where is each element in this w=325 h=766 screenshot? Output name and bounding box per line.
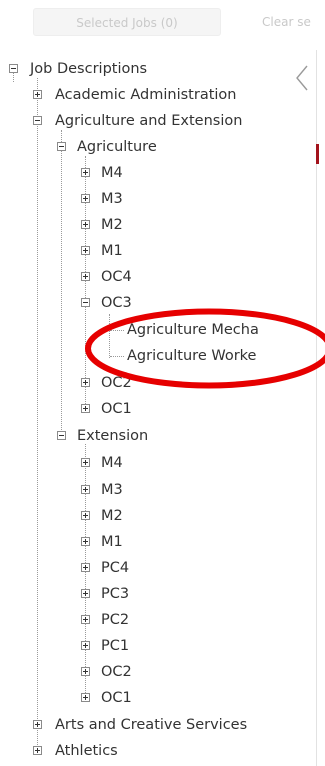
expand-toggle[interactable] — [81, 693, 90, 702]
tree-connector — [37, 78, 38, 749]
tree-node-label: M3 — [101, 482, 123, 498]
expand-toggle[interactable] — [81, 220, 90, 229]
tree-node-label: Arts and Creative Services — [55, 717, 248, 733]
tree-node-label: M3 — [101, 191, 123, 207]
tree-node-label: PC2 — [101, 612, 130, 628]
collapse-toggle[interactable] — [57, 431, 66, 440]
collapse-toggle[interactable] — [33, 116, 42, 125]
expand-toggle[interactable] — [81, 641, 90, 650]
tree-node-label: OC3 — [101, 295, 132, 311]
expand-toggle[interactable] — [81, 458, 90, 467]
tree-connector — [110, 330, 124, 331]
tree-node-label: M1 — [101, 534, 123, 550]
tree-node-label: Extension — [77, 428, 149, 444]
expand-toggle[interactable] — [81, 615, 90, 624]
tree-node-label: M2 — [101, 508, 123, 524]
tree-node-label: Athletics — [55, 743, 118, 759]
active-indicator — [316, 144, 319, 164]
tree-node-label: M1 — [101, 243, 123, 259]
expand-toggle[interactable] — [81, 667, 90, 676]
tree-node-label: OC1 — [101, 401, 132, 417]
collapse-toggle[interactable] — [57, 142, 66, 151]
expand-toggle[interactable] — [81, 589, 90, 598]
tree-leaf-label: Agriculture Mecha — [127, 322, 259, 338]
expand-toggle[interactable] — [81, 537, 90, 546]
tree-connector — [61, 130, 62, 436]
collapse-toggle[interactable] — [81, 298, 90, 307]
tree-node-label: Job Descriptions — [30, 61, 148, 77]
tree-node-label: OC1 — [101, 690, 132, 706]
tree-node-label: M2 — [101, 217, 123, 233]
tree-node-label: OC2 — [101, 375, 132, 391]
job-tree: Job Descriptions Academic Administration… — [0, 0, 316, 766]
expand-toggle[interactable] — [33, 746, 42, 755]
tree-node-label: OC4 — [101, 269, 132, 285]
tree-leaf-label: Agriculture Worke — [127, 348, 257, 364]
tree-node-label: Agriculture — [77, 139, 157, 155]
expand-toggle[interactable] — [81, 246, 90, 255]
tree-node-label: Agriculture and Extension — [55, 113, 243, 129]
expand-toggle[interactable] — [81, 168, 90, 177]
expand-toggle[interactable] — [81, 563, 90, 572]
expand-toggle[interactable] — [33, 90, 42, 99]
expand-toggle[interactable] — [81, 272, 90, 281]
tree-node-label: OC2 — [101, 664, 132, 680]
tree-node-label: PC1 — [101, 638, 130, 654]
tree-node-label: M4 — [101, 165, 123, 181]
tree-node-label: PC4 — [101, 560, 130, 576]
expand-toggle[interactable] — [81, 511, 90, 520]
tree-node-label: M4 — [101, 455, 123, 471]
collapse-toggle[interactable] — [9, 64, 18, 73]
tree-node-label: Academic Administration — [55, 87, 237, 103]
expand-toggle[interactable] — [81, 404, 90, 413]
tree-connector — [110, 356, 124, 357]
expand-toggle[interactable] — [81, 378, 90, 387]
tree-connector — [109, 314, 110, 358]
expand-toggle[interactable] — [81, 194, 90, 203]
tree-node-label: PC3 — [101, 586, 130, 602]
expand-toggle[interactable] — [81, 485, 90, 494]
expand-toggle[interactable] — [33, 720, 42, 729]
